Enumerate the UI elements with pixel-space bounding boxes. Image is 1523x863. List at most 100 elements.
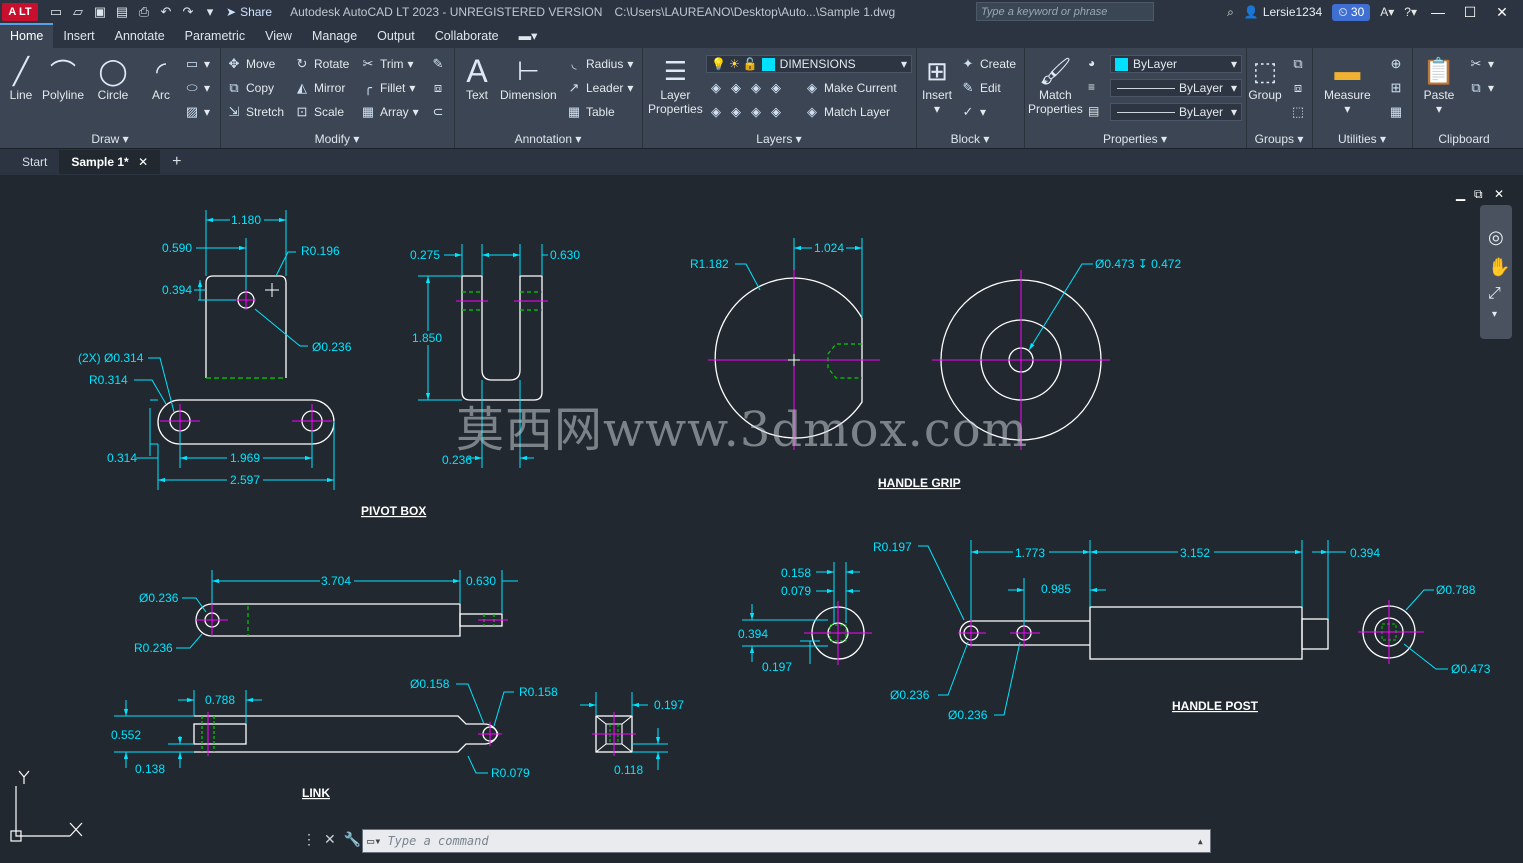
open-folder-icon[interactable]: ▱ <box>70 4 86 20</box>
offset-button[interactable]: ⊂ <box>430 104 446 120</box>
tab-annotate[interactable]: Annotate <box>105 25 175 48</box>
rotate-button[interactable]: ↻ Rotate <box>294 56 350 72</box>
polyline-button[interactable]: ⌒ Polyline <box>42 54 84 103</box>
fillet-button[interactable]: ╭ Fillet ▾ <box>360 80 415 96</box>
maximize-window-icon[interactable]: ☐ <box>1459 4 1481 21</box>
calculator-button[interactable]: ▦ <box>1388 104 1404 120</box>
copy-clip-button[interactable]: ⧉ ▾ <box>1468 80 1494 96</box>
tab-parametric[interactable]: Parametric <box>175 25 255 48</box>
group-button[interactable]: ⬚ Group <box>1248 54 1282 103</box>
minimize-window-icon[interactable]: — <box>1427 4 1449 20</box>
plot-icon[interactable]: ⎙ <box>136 4 152 20</box>
steering-wheel-icon[interactable]: ◎ <box>1488 227 1504 248</box>
panel-properties-title[interactable]: Properties ▾ <box>1024 132 1246 146</box>
arc-button[interactable]: ◜ Arc <box>144 54 178 103</box>
autodesk-app-icon[interactable]: A▾ <box>1380 5 1394 19</box>
drawing-canvas[interactable]: 1.180 0.590 R0.196 0.394 Ø0.236 (2X) Ø0.… <box>0 175 1523 858</box>
scale-button[interactable]: ⊡ Scale <box>294 104 344 120</box>
zoom-menu-chevron-icon[interactable]: ▾ <box>1492 309 1497 320</box>
line-button[interactable]: ╱ Line <box>4 54 38 103</box>
panel-groups-title[interactable]: Groups ▾ <box>1246 132 1312 146</box>
start-tab[interactable]: Start <box>10 150 59 174</box>
tab-output[interactable]: Output <box>367 25 425 48</box>
new-file-icon[interactable]: ▭ <box>48 4 64 20</box>
stretch-button[interactable]: ⇲ Stretch <box>226 104 284 120</box>
trim-button[interactable]: ✂ Trim ▾ <box>360 56 414 72</box>
close-command-line-icon[interactable]: ✕ <box>324 831 336 848</box>
new-tab-icon[interactable]: + <box>160 151 193 173</box>
viewport-close-icon[interactable]: ✕ <box>1494 187 1504 201</box>
leader-button[interactable]: ↗ Leader ▾ <box>566 80 634 96</box>
help-search-input[interactable]: Type a keyword or phrase <box>976 2 1154 21</box>
undo-icon[interactable]: ↶ <box>158 4 174 20</box>
panel-clipboard-title[interactable]: Clipboard <box>1412 132 1516 146</box>
quick-select-button[interactable]: ⊞ <box>1388 80 1404 96</box>
mirror-button[interactable]: ◭ Mirror <box>294 80 345 96</box>
id-point-button[interactable]: ⊕ <box>1388 56 1404 72</box>
help-icon[interactable]: ?▾ <box>1404 5 1417 19</box>
layer-properties-button[interactable]: ☰ Layer Properties <box>648 54 703 117</box>
text-button[interactable]: A Text <box>460 53 494 103</box>
move-button[interactable]: ✥ Move <box>226 56 276 72</box>
insert-block-button[interactable]: ⊞ Insert ▾ <box>920 54 954 117</box>
layer-tools-row-1[interactable]: ◈ ◈ ◈ ◈ <box>708 80 784 96</box>
save-as-icon[interactable]: ▤ <box>114 4 130 20</box>
tab-view[interactable]: View <box>255 25 302 48</box>
customize-qat-icon[interactable]: ▾ <box>202 4 218 20</box>
explode-button[interactable]: ⧈ <box>430 80 446 96</box>
viewport-minimize-icon[interactable]: ▁ <box>1455 187 1466 201</box>
panel-layers-title[interactable]: Layers ▾ <box>642 132 916 146</box>
lineweight-dropdown[interactable]: ByLayer ▾ <box>1110 103 1242 121</box>
group-edit-button[interactable]: ⧈ <box>1290 80 1306 96</box>
edit-block-button[interactable]: ✎ Edit <box>960 80 1001 96</box>
tab-insert[interactable]: Insert <box>53 25 104 48</box>
table-button[interactable]: ▦ Table <box>566 104 615 120</box>
radius-button[interactable]: ◟ Radius ▾ <box>566 56 633 72</box>
array-button[interactable]: ▦ Array ▾ <box>360 104 419 120</box>
erase-button[interactable]: ✎ <box>430 56 446 72</box>
boundary-button[interactable]: ▨ ▾ <box>184 104 210 120</box>
linetype-dropdown[interactable]: ByLayer ▾ <box>1110 79 1242 97</box>
redo-icon[interactable]: ↷ <box>180 4 196 20</box>
tab-home[interactable]: Home <box>0 23 54 48</box>
rectangle-button[interactable]: ▭ ▾ <box>184 56 210 72</box>
zoom-extents-icon[interactable]: ⤢ <box>1488 285 1501 303</box>
pan-hand-icon[interactable]: ✋ <box>1488 257 1510 278</box>
command-prompt-icon[interactable]: ▭▾ <box>367 834 381 848</box>
search-icon[interactable]: ⌕ <box>1227 5 1234 20</box>
panel-block-title[interactable]: Block ▾ <box>916 132 1024 146</box>
share-button[interactable]: ➤ Share <box>226 5 272 19</box>
match-properties-button[interactable]: 🖌 Match Properties <box>1028 54 1083 117</box>
trial-days-badge[interactable]: ⏲ 30 <box>1332 3 1371 21</box>
measure-button[interactable]: ▬ Measure ▾ <box>1324 54 1371 117</box>
save-icon[interactable]: ▣ <box>92 4 108 20</box>
tab-collaborate[interactable]: Collaborate <box>425 25 509 48</box>
cut-button[interactable]: ✂ ▾ <box>1468 56 1494 72</box>
make-current-button[interactable]: ◈ Make Current <box>804 80 897 96</box>
drag-handle-icon[interactable]: ⋮ <box>302 831 316 848</box>
document-tab[interactable]: Sample 1* ✕ <box>59 150 161 174</box>
app-logo[interactable]: A LT <box>2 3 38 21</box>
color-dropdown[interactable]: ByLayer ▾ <box>1110 55 1242 73</box>
match-layer-button[interactable]: ◈ Match Layer <box>804 104 890 120</box>
ungroup-button[interactable]: ⧉ <box>1290 56 1306 72</box>
viewport-restore-icon[interactable]: ⧉ <box>1474 187 1483 201</box>
tab-manage[interactable]: Manage <box>302 25 367 48</box>
panel-utilities-title[interactable]: Utilities ▾ <box>1312 132 1412 146</box>
panel-modify-title[interactable]: Modify ▾ <box>220 132 454 146</box>
viewport-controls[interactable]: ▁ ⧉ ✕ <box>1455 187 1504 201</box>
paste-button[interactable]: 📋 Paste ▾ <box>1422 54 1456 117</box>
customize-wrench-icon[interactable]: 🔧 <box>344 831 361 848</box>
command-history-icon[interactable]: ▴ <box>1197 834 1204 848</box>
panel-draw-title[interactable]: Draw ▾ <box>0 132 220 146</box>
dimension-button[interactable]: ⊢ Dimension <box>500 54 557 103</box>
block-attributes-button[interactable]: ✓ ▾ <box>960 104 986 120</box>
circle-button[interactable]: ◯ Circle <box>96 54 130 103</box>
close-window-icon[interactable]: ✕ <box>1491 4 1513 21</box>
user-account[interactable]: 👤 Lersie1234 <box>1244 5 1322 19</box>
panel-annotation-title[interactable]: Annotation ▾ <box>454 132 642 146</box>
hatch-button[interactable]: ⬭ ▾ <box>184 80 210 96</box>
create-block-button[interactable]: ✦ Create <box>960 56 1016 72</box>
command-input[interactable]: ▭▾ Type a command ▴ <box>362 829 1211 853</box>
group-select-button[interactable]: ⬚ <box>1290 104 1306 120</box>
